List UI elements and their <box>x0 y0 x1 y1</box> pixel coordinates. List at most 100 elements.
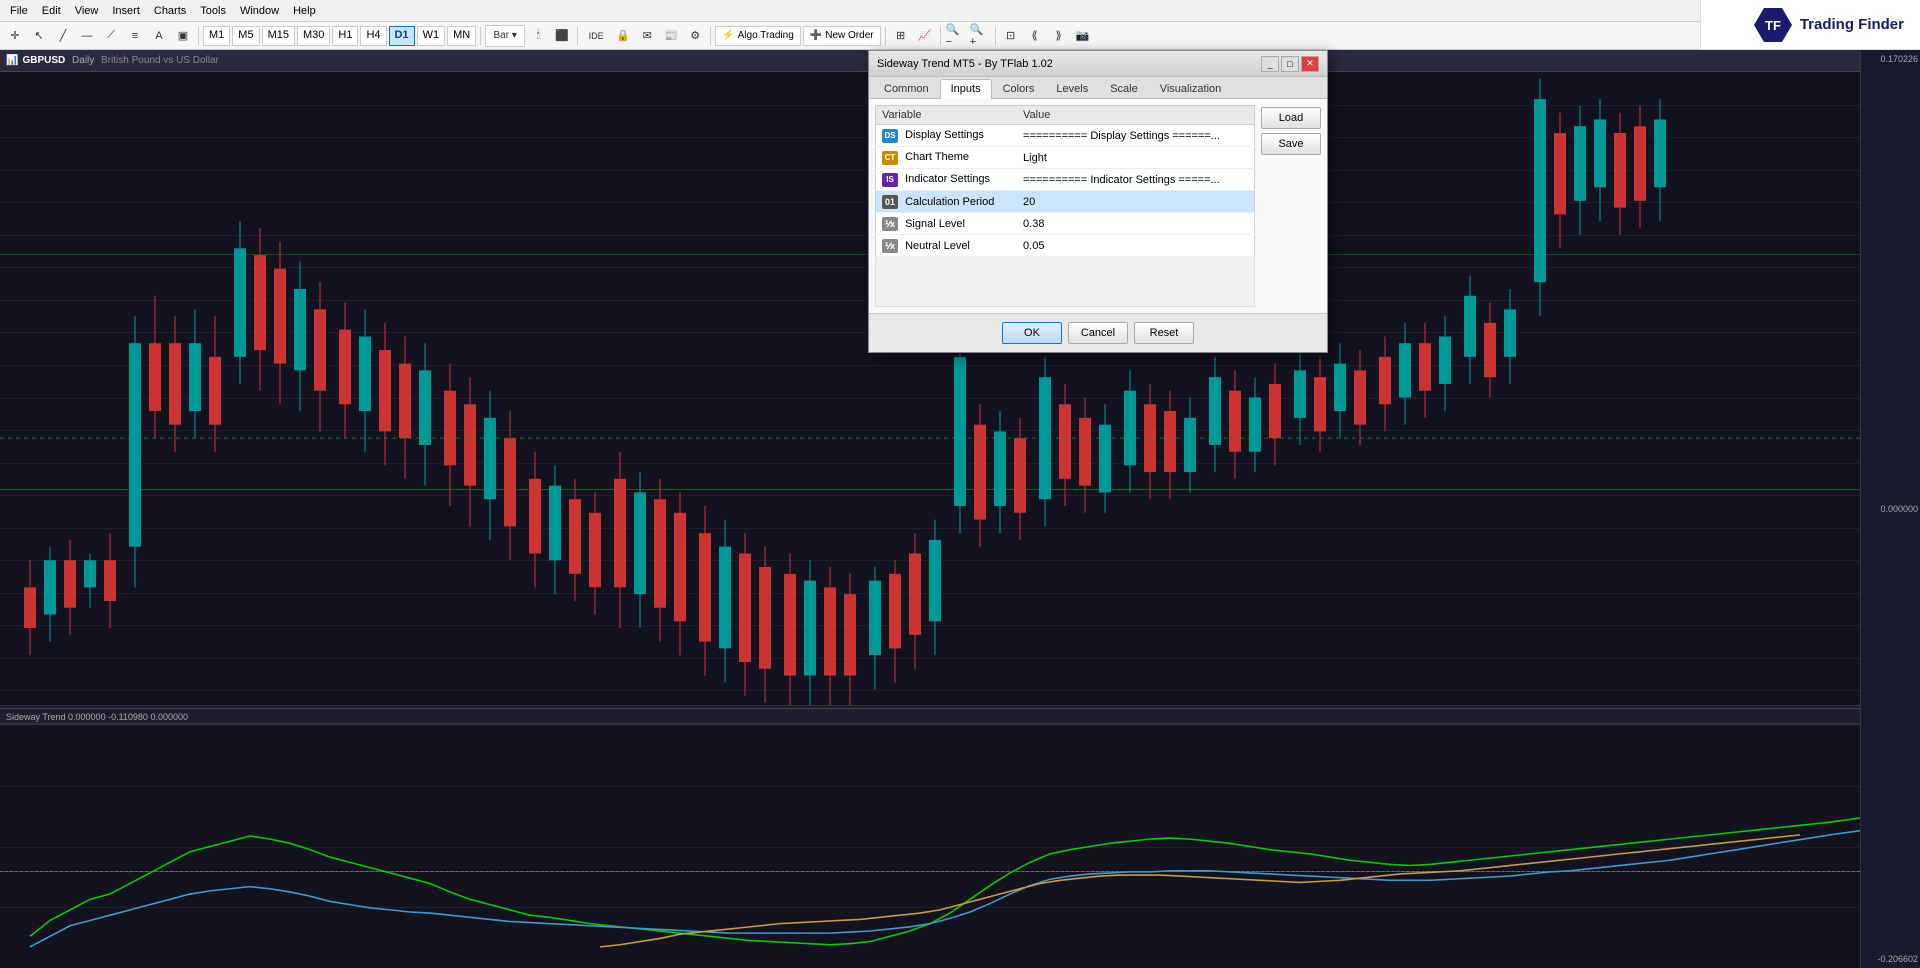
var-signal-level-name: ⅟x Signal Level <box>876 213 1018 235</box>
dialog-close-btn[interactable]: ✕ <box>1301 56 1319 72</box>
chart-symbol-info: GBPUSD Daily British Pound vs US Dollar <box>22 55 218 66</box>
tf-m30[interactable]: M30 <box>297 26 330 46</box>
var-neutral-label: Neutral Level <box>905 240 970 252</box>
tf-h1[interactable]: H1 <box>332 26 358 46</box>
signal-icon: ⅟x <box>882 217 898 231</box>
neutral-icon: ⅟x <box>882 239 898 253</box>
tf-mn[interactable]: MN <box>447 26 476 46</box>
dialog-minimize-btn[interactable]: _ <box>1261 56 1279 72</box>
cancel-button[interactable]: Cancel <box>1068 322 1128 344</box>
algo-icon: ⚡ <box>722 30 734 41</box>
tf-h4[interactable]: H4 <box>360 26 386 46</box>
var-display-label: Display Settings <box>905 129 984 141</box>
toolbar-trendline[interactable]: ⟋ <box>100 25 122 47</box>
sub-chart-scale: 0.170226 0.000000 -0.206602 <box>1860 50 1920 968</box>
menu-window[interactable]: Window <box>234 3 285 19</box>
var-indicator-settings-value: ========== Indicator Settings =====... <box>1017 169 1254 191</box>
scroll-left-btn[interactable]: ⟪ <box>1024 25 1046 47</box>
indicator-svg <box>0 725 1860 968</box>
tf-m15[interactable]: M15 <box>262 26 295 46</box>
screenshot-btn[interactable]: 📷 <box>1072 25 1094 47</box>
table-row[interactable]: ⅟x Neutral Level 0.05 <box>876 235 1255 257</box>
var-neutral-level-name: ⅟x Neutral Level <box>876 235 1018 257</box>
toolbar-arrow[interactable]: ↖ <box>28 25 50 47</box>
sub-chart <box>0 723 1860 968</box>
dialog-footer: OK Cancel Reset <box>869 313 1327 352</box>
scroll-right-btn[interactable]: ⟫ <box>1048 25 1070 47</box>
chart-btn[interactable]: 📈 <box>914 25 936 47</box>
var-signal-level-value[interactable]: 0.38 <box>1017 213 1254 235</box>
menu-insert[interactable]: Insert <box>106 3 146 19</box>
tab-scale[interactable]: Scale <box>1099 79 1149 98</box>
toolbar-line[interactable]: ╱ <box>52 25 74 47</box>
table-row[interactable]: ⅟x Signal Level 0.38 <box>876 213 1255 235</box>
table-header-row: Variable Value <box>876 106 1255 125</box>
save-button[interactable]: Save <box>1261 133 1321 155</box>
tf-m1[interactable]: M1 <box>203 26 230 46</box>
table-empty-area <box>875 257 1255 307</box>
toolbar-text[interactable]: A <box>148 25 170 47</box>
tab-inputs[interactable]: Inputs <box>940 79 992 99</box>
menu-tools[interactable]: Tools <box>194 3 232 19</box>
zoom-in-btn[interactable]: 🔍+ <box>969 25 991 47</box>
tf-d1[interactable]: D1 <box>389 26 415 46</box>
lock-btn[interactable]: 🔒 <box>612 25 634 47</box>
menu-edit[interactable]: Edit <box>36 3 67 19</box>
chart-type-select[interactable]: Bar ▾ <box>485 25 525 47</box>
tab-common[interactable]: Common <box>873 79 940 98</box>
table-row[interactable]: CT Chart Theme Light <box>876 147 1255 169</box>
mail-btn[interactable]: ✉ <box>636 25 658 47</box>
dialog-title: Sideway Trend MT5 - By TFlab 1.02 <box>877 58 1053 70</box>
color-btn[interactable]: ⬛ <box>551 25 573 47</box>
calc-icon: 01 <box>882 195 898 209</box>
reset-button[interactable]: Reset <box>1134 322 1194 344</box>
menu-file[interactable]: File <box>4 3 34 19</box>
ok-button[interactable]: OK <box>1002 322 1062 344</box>
toolbar-shapes[interactable]: ▣ <box>172 25 194 47</box>
fit-btn[interactable]: ⊡ <box>1000 25 1022 47</box>
sub-chart-info-bar: Sideway Trend 0.000000 -0.110980 0.00000… <box>0 708 1860 724</box>
dialog-tabs: Common Inputs Colors Levels Scale Visual… <box>869 77 1327 99</box>
new-order-btn[interactable]: ➕ New Order <box>803 26 881 46</box>
tab-visualization[interactable]: Visualization <box>1149 79 1233 98</box>
load-button[interactable]: Load <box>1261 107 1321 129</box>
table-row[interactable]: 01 Calculation Period 20 <box>876 191 1255 213</box>
ide-btn[interactable]: IDE <box>582 25 610 47</box>
menu-help[interactable]: Help <box>287 3 322 19</box>
tab-levels[interactable]: Levels <box>1045 79 1099 98</box>
sep6 <box>940 27 941 45</box>
menu-bar: File Edit View Insert Charts Tools Windo… <box>0 0 1920 22</box>
zoom-out-btn[interactable]: 🔍− <box>945 25 967 47</box>
table-row[interactable]: DS Display Settings ========== Display S… <box>876 125 1255 147</box>
candle-btn[interactable]: 🕯 <box>527 25 549 47</box>
var-neutral-level-value[interactable]: 0.05 <box>1017 235 1254 257</box>
tab-colors[interactable]: Colors <box>992 79 1046 98</box>
sub-price-3: -0.206602 <box>1863 954 1918 964</box>
grid-btn[interactable]: ⊞ <box>890 25 912 47</box>
menu-charts[interactable]: Charts <box>148 3 192 19</box>
tf-m5[interactable]: M5 <box>232 26 259 46</box>
toolbar-crosshair[interactable]: ✛ <box>4 25 26 47</box>
table-row[interactable]: IS Indicator Settings ========== Indicat… <box>876 169 1255 191</box>
indicator-settings-dialog[interactable]: Sideway Trend MT5 - By TFlab 1.02 _ □ ✕ … <box>868 50 1328 353</box>
news-btn[interactable]: 📰 <box>660 25 682 47</box>
toolbar-channel[interactable]: ≡ <box>124 25 146 47</box>
chart-period: Daily <box>72 55 94 66</box>
algo-trading-btn[interactable]: ⚡ Algo Trading <box>715 26 801 46</box>
menu-view[interactable]: View <box>69 3 105 19</box>
dialog-maximize-btn[interactable]: □ <box>1281 56 1299 72</box>
var-calc-label: Calculation Period <box>905 196 994 208</box>
dialog-table-wrapper: Variable Value DS Display Settings <box>875 105 1255 307</box>
tf-w1[interactable]: W1 <box>417 26 446 46</box>
var-display-settings-value: ========== Display Settings ======... <box>1017 125 1254 147</box>
sep1 <box>198 27 199 45</box>
var-calc-period-value[interactable]: 20 <box>1017 191 1254 213</box>
col-variable: Variable <box>876 106 1018 125</box>
var-calc-period-name: 01 Calculation Period <box>876 191 1018 213</box>
toolbar-hline[interactable]: — <box>76 25 98 47</box>
dialog-titlebar: Sideway Trend MT5 - By TFlab 1.02 _ □ ✕ <box>869 51 1327 77</box>
sep4 <box>710 27 711 45</box>
config-btn[interactable]: ⚙ <box>684 25 706 47</box>
var-chart-theme-name: CT Chart Theme <box>876 147 1018 169</box>
sep2 <box>480 27 481 45</box>
